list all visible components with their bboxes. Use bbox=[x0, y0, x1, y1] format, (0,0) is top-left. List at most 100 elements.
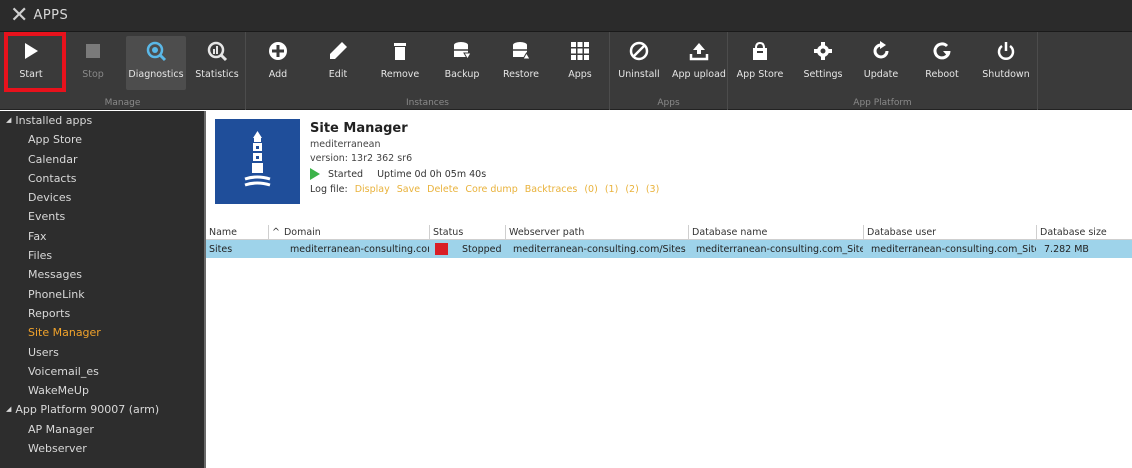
statistics-icon bbox=[207, 41, 228, 62]
sidebar-item-site-manager[interactable]: Site Manager bbox=[0, 323, 204, 342]
shutdown-button[interactable]: Shutdown bbox=[980, 36, 1032, 90]
sort-indicator: ^ bbox=[272, 226, 280, 238]
app-info: Site Manager mediterranean version: 13r2… bbox=[310, 121, 659, 195]
trash-icon bbox=[394, 43, 406, 60]
cell-database-name: mediterranean-consulting.com_Sites bbox=[696, 243, 863, 255]
cell-name: Sites bbox=[209, 243, 233, 255]
group-apps: Uninstall App upload Apps bbox=[610, 32, 728, 110]
sidebar-item-calendar[interactable]: Calendar bbox=[0, 150, 204, 169]
log-file-row: Log file: Display Save Delete Core dump … bbox=[310, 184, 659, 195]
sidebar-item-messages[interactable]: Messages bbox=[0, 265, 204, 284]
gear-icon bbox=[814, 42, 832, 60]
sidebar-item-reports[interactable]: Reports bbox=[0, 304, 204, 323]
database-backup-icon bbox=[454, 42, 472, 60]
instances-table: Name ^ Domain Status Webserver path Data… bbox=[206, 225, 1132, 258]
stop-icon bbox=[86, 44, 100, 58]
reboot-button[interactable]: Reboot bbox=[920, 36, 964, 90]
main-panel: Site Manager mediterranean version: 13r2… bbox=[206, 111, 1132, 468]
backtrace-2-link[interactable]: (2) bbox=[625, 184, 638, 195]
log-backtraces-link[interactable]: Backtraces bbox=[525, 184, 578, 195]
shopping-bag-icon bbox=[753, 41, 767, 60]
title-bar: ✕ APPS bbox=[0, 0, 1132, 32]
sidebar-item-files[interactable]: Files bbox=[0, 246, 204, 265]
cell-status: Stopped bbox=[429, 243, 505, 255]
group-label-manage: Manage bbox=[104, 98, 141, 108]
cell-domain: mediterranean-consulting.com bbox=[290, 243, 429, 255]
column-header-database-size[interactable]: Database size bbox=[1036, 225, 1132, 239]
backtrace-1-link[interactable]: (1) bbox=[605, 184, 618, 195]
cell-database-size: 7.282 MB bbox=[1044, 243, 1089, 255]
log-display-link[interactable]: Display bbox=[355, 184, 390, 195]
app-status: Started Uptime 0d 0h 05m 40s bbox=[310, 168, 659, 180]
log-core-dump-link[interactable]: Core dump bbox=[465, 184, 517, 195]
column-header-database-name[interactable]: Database name bbox=[688, 225, 863, 239]
backtrace-0-link[interactable]: (0) bbox=[584, 184, 597, 195]
uninstall-button[interactable]: Uninstall bbox=[616, 36, 662, 90]
window-title: APPS bbox=[33, 8, 69, 23]
sidebar-item-webserver[interactable]: Webserver bbox=[0, 439, 204, 458]
app-logo bbox=[215, 119, 300, 204]
statistics-button[interactable]: Statistics bbox=[192, 36, 242, 90]
app-store-button[interactable]: App Store bbox=[734, 36, 786, 90]
diagnostics-button[interactable]: Diagnostics bbox=[126, 36, 186, 90]
group-label-instances: Instances bbox=[406, 98, 449, 108]
log-save-link[interactable]: Save bbox=[397, 184, 420, 195]
sidebar-item-phonelink[interactable]: PhoneLink bbox=[0, 285, 204, 304]
grid-icon bbox=[571, 42, 589, 60]
upload-icon bbox=[689, 43, 709, 61]
ribbon-toolbar: Start Stop Diagnostics Statistics Manage… bbox=[0, 32, 1132, 110]
group-label-app-platform: App Platform bbox=[853, 98, 912, 108]
uninstall-icon bbox=[629, 41, 649, 61]
app-state: Started bbox=[328, 168, 364, 180]
tree-group-installed-apps[interactable]: Installed apps bbox=[0, 111, 204, 130]
column-header-domain-label: Domain bbox=[283, 226, 321, 238]
sidebar-item-wakemeup[interactable]: WakeMeUp bbox=[0, 381, 204, 400]
column-header-status[interactable]: Status bbox=[429, 225, 505, 239]
settings-button[interactable]: Settings bbox=[800, 36, 846, 90]
edit-button[interactable]: Edit bbox=[316, 36, 360, 90]
app-vendor: mediterranean bbox=[310, 139, 381, 150]
column-header-webserver-path[interactable]: Webserver path bbox=[505, 225, 688, 239]
sidebar-item-app-store[interactable]: App Store bbox=[0, 130, 204, 149]
pencil-icon bbox=[330, 42, 347, 59]
app-name: Site Manager bbox=[310, 121, 408, 136]
sidebar-item-devices[interactable]: Devices bbox=[0, 188, 204, 207]
restore-button[interactable]: Restore bbox=[496, 36, 546, 90]
add-button[interactable]: Add bbox=[256, 36, 300, 90]
sidebar-item-fax[interactable]: Fax bbox=[0, 227, 204, 246]
diagnostics-icon bbox=[146, 41, 167, 62]
app-upload-button[interactable]: App upload bbox=[672, 36, 726, 90]
group-app-platform: App Store Settings Update Reboot Shutdow… bbox=[728, 32, 1038, 110]
backup-button[interactable]: Backup bbox=[438, 36, 486, 90]
sidebar-item-events[interactable]: Events bbox=[0, 207, 204, 226]
sidebar-item-users[interactable]: Users bbox=[0, 343, 204, 362]
sidebar-item-contacts[interactable]: Contacts bbox=[0, 169, 204, 188]
sidebar-item-ap-manager[interactable]: AP Manager bbox=[0, 420, 204, 439]
column-header-name[interactable]: Name bbox=[206, 225, 268, 239]
cell-database-user: mediterranean-consulting.com_Sites bbox=[871, 243, 1036, 255]
close-icon[interactable]: ✕ bbox=[10, 4, 28, 27]
remove-button[interactable]: Remove bbox=[374, 36, 426, 90]
group-label-apps: Apps bbox=[657, 98, 680, 108]
log-delete-link[interactable]: Delete bbox=[427, 184, 458, 195]
stop-button[interactable]: Stop bbox=[70, 36, 116, 90]
table-row[interactable]: Sites mediterranean-consulting.com Stopp… bbox=[206, 240, 1132, 258]
tree-group-app-platform[interactable]: App Platform 90007 (arm) bbox=[0, 400, 204, 419]
play-icon bbox=[25, 43, 38, 59]
start-button[interactable]: Start bbox=[8, 36, 54, 90]
column-header-database-user[interactable]: Database user bbox=[863, 225, 1036, 239]
sidebar-item-voicemail-es[interactable]: Voicemail_es bbox=[0, 362, 204, 381]
add-icon bbox=[269, 42, 287, 60]
table-header: Name ^ Domain Status Webserver path Data… bbox=[206, 225, 1132, 240]
backtrace-3-link[interactable]: (3) bbox=[646, 184, 659, 195]
power-icon bbox=[997, 42, 1015, 60]
apps-button[interactable]: Apps bbox=[558, 36, 602, 90]
app-version: version: 13r2 362 sr6 bbox=[310, 153, 413, 164]
app-uptime: Uptime 0d 0h 05m 40s bbox=[377, 168, 487, 180]
column-header-domain[interactable]: ^ Domain bbox=[268, 225, 429, 239]
cell-webserver-path: mediterranean-consulting.com/Sites bbox=[513, 243, 686, 255]
refresh-icon bbox=[873, 41, 889, 59]
update-button[interactable]: Update bbox=[858, 36, 904, 90]
stopped-status-icon bbox=[435, 243, 448, 255]
group-manage: Start Stop Diagnostics Statistics Manage bbox=[0, 32, 246, 110]
